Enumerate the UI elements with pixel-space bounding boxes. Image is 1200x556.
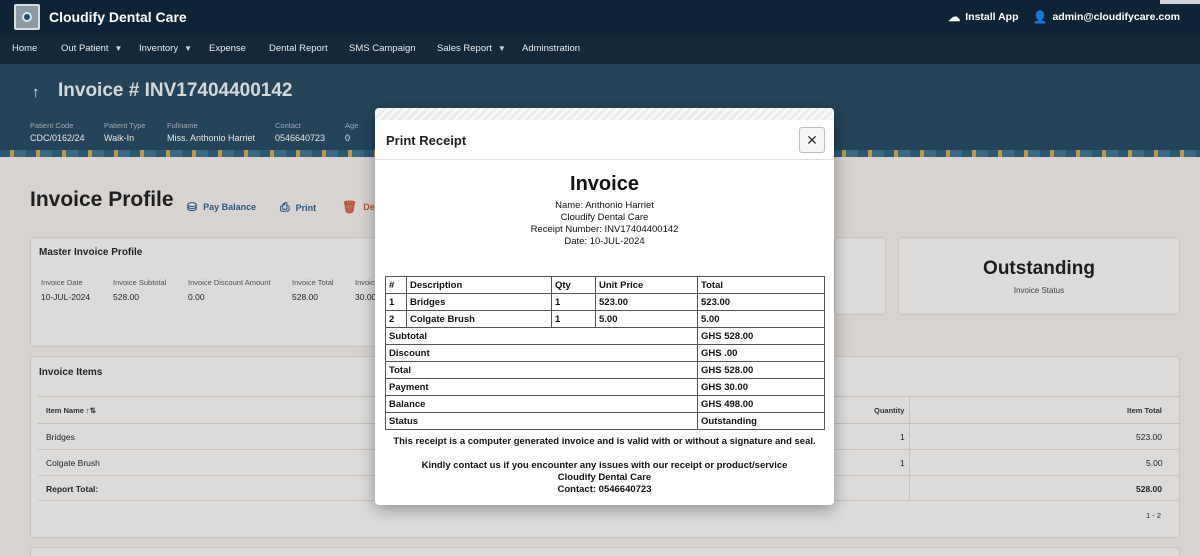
receipt-col-unit-price: Unit Price bbox=[595, 276, 698, 294]
receipt-summary-row: Payment GHS 30.00 bbox=[385, 378, 825, 396]
close-icon: ✕ bbox=[806, 131, 818, 148]
receipt-col-num: # bbox=[385, 276, 407, 294]
receipt-summary-row: Total GHS 528.00 bbox=[385, 361, 825, 379]
user-icon[interactable]: 👤 bbox=[1033, 10, 1048, 24]
modal-header: Print Receipt ✕ bbox=[375, 120, 834, 160]
nav-item-out-patient[interactable]: Out Patient ▼ bbox=[61, 33, 122, 64]
receipt-summary-row: Subtotal GHS 528.00 bbox=[385, 327, 825, 345]
receipt-summary-row: Balance GHS 498.00 bbox=[385, 395, 825, 413]
corner-tab bbox=[1160, 0, 1200, 4]
chevron-down-icon: ▼ bbox=[184, 44, 192, 53]
receipt-table: # Description Qty Unit Price Total 1 Bri… bbox=[385, 276, 825, 430]
user-email[interactable]: admin@cloudifycare.com bbox=[1052, 11, 1180, 23]
receipt-col-qty: Qty bbox=[551, 276, 596, 294]
receipt-summary-row: Discount GHS .00 bbox=[385, 344, 825, 362]
receipt-footer-contact: Contact: 0546640723 bbox=[557, 484, 652, 495]
receipt-clinic: Cloudify Dental Care bbox=[560, 212, 649, 223]
nav-item-sms-campaign[interactable]: SMS Campaign bbox=[349, 33, 416, 64]
receipt-footer-clinic: Cloudify Dental Care bbox=[557, 472, 652, 483]
modal-title: Print Receipt bbox=[386, 133, 467, 148]
nav-item-sales-report[interactable]: Sales Report ▼ bbox=[437, 33, 506, 64]
print-receipt-modal: Print Receipt ✕ Invoice Name: Anthonio H… bbox=[375, 108, 834, 505]
receipt-col-total: Total bbox=[697, 276, 825, 294]
nav-item-inventory[interactable]: Inventory ▼ bbox=[139, 33, 192, 64]
cloud-download-icon[interactable]: ☁ bbox=[948, 10, 960, 24]
nav-item-administration[interactable]: Adminstration bbox=[522, 33, 580, 64]
app-logo-icon[interactable] bbox=[14, 3, 40, 30]
receipt-line-row: 1 Bridges 1 523.00 523.00 bbox=[385, 293, 825, 311]
main-nav: Home Out Patient ▼ Inventory ▼ Expense Den… bbox=[0, 33, 1200, 64]
nav-item-home[interactable]: Home bbox=[12, 33, 37, 64]
nav-item-expense[interactable]: Expense bbox=[209, 33, 246, 64]
receipt-summary-row: Status Outstanding bbox=[385, 412, 825, 430]
receipt-header-row: # Description Qty Unit Price Total bbox=[385, 276, 825, 294]
receipt-col-description: Description bbox=[406, 276, 552, 294]
top-right-actions: ☁ Install App 👤 admin@cloudifycare.com bbox=[948, 0, 1180, 33]
chevron-down-icon: ▼ bbox=[497, 44, 506, 53]
receipt-name: Name: Anthonio Harriet bbox=[555, 200, 654, 211]
close-button[interactable]: ✕ bbox=[799, 127, 825, 153]
receipt-number: Receipt Number: INV17404400142 bbox=[530, 224, 679, 235]
modal-top-pattern bbox=[375, 108, 834, 120]
receipt-line-row: 2 Colgate Brush 1 5.00 5.00 bbox=[385, 310, 825, 328]
install-app-button[interactable]: Install App bbox=[965, 11, 1018, 23]
receipt-disclaimer: This receipt is a computer generated inv… bbox=[393, 436, 816, 447]
receipt-contact-note: Kindly contact us if you encounter any i… bbox=[421, 460, 788, 471]
receipt-heading: Invoice bbox=[570, 173, 639, 195]
chevron-down-icon: ▼ bbox=[114, 44, 123, 53]
nav-item-dental-report[interactable]: Dental Report bbox=[269, 33, 328, 64]
receipt-date: Date: 10-JUL-2024 bbox=[564, 236, 645, 247]
app-title[interactable]: Cloudify Dental Care bbox=[49, 9, 187, 25]
top-bar: Cloudify Dental Care ☁ Install App 👤 adm… bbox=[0, 0, 1200, 33]
